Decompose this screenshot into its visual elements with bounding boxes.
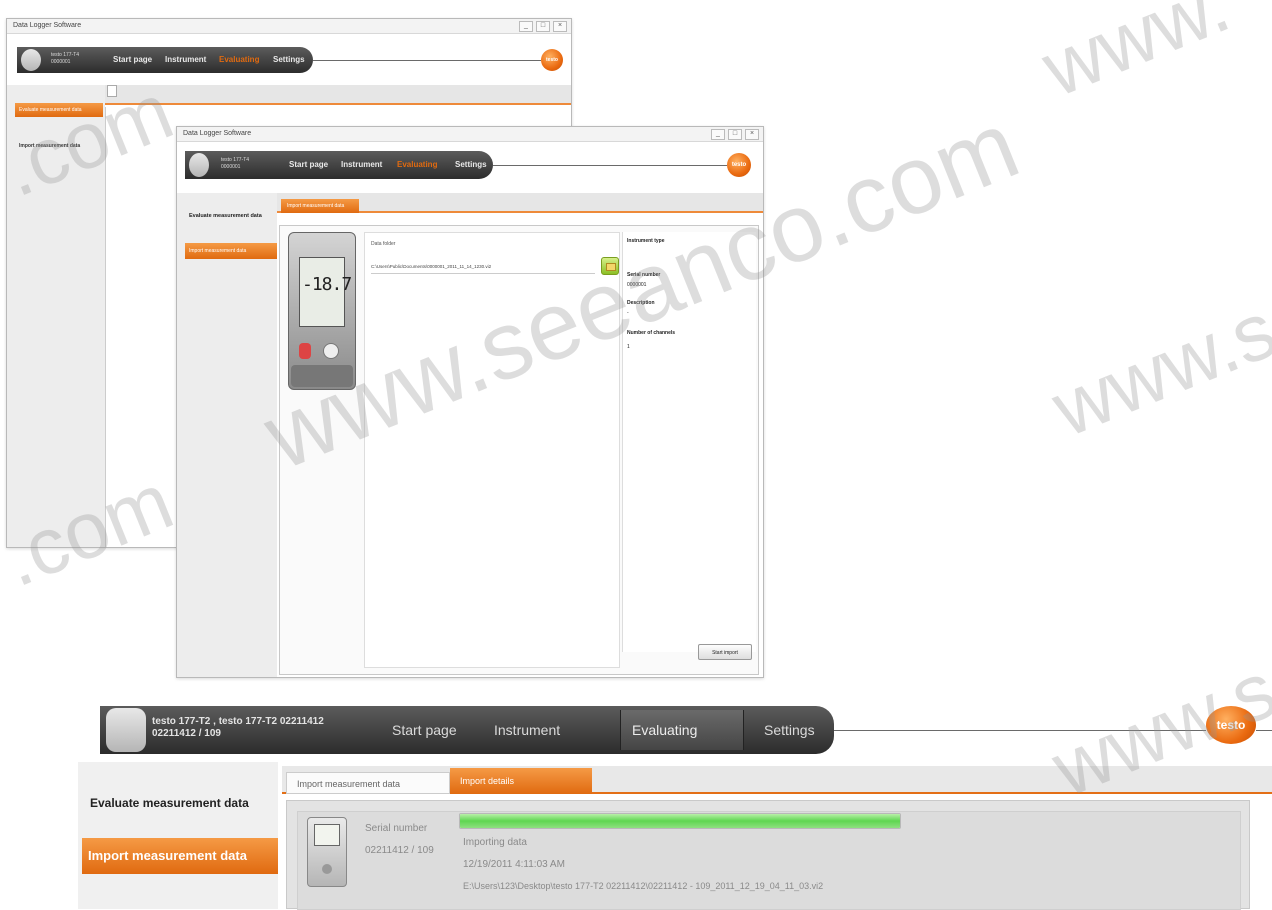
logger-thumbnail-display (314, 824, 340, 846)
watermark-4: www. (1030, 0, 1241, 114)
middle-nav-start-page[interactable]: Start page (289, 160, 328, 169)
maximize-button[interactable]: □ (536, 21, 550, 32)
back-nav-instrument[interactable]: Instrument (165, 55, 206, 64)
front-sidebar-evaluate[interactable]: Evaluate measurement data (90, 796, 249, 810)
middle-sidebar-evaluate[interactable]: Evaluate measurement data (189, 213, 262, 219)
front-logo-line-tail (1256, 730, 1272, 731)
maximize-button[interactable]: □ (728, 129, 742, 140)
middle-instrument-line1: testo 177-T4 (221, 157, 250, 163)
front-instrument-line2: 02211412 / 109 (152, 728, 221, 739)
close-button[interactable]: × (553, 21, 567, 32)
front-instrument-line1: testo 177-T2 , testo 177-T2 02211412 (152, 716, 324, 727)
start-import-button[interactable]: Start import (698, 644, 752, 660)
instrument-type-heading: Instrument type (627, 238, 665, 244)
back-sidebar-import[interactable]: Import measurement data (19, 143, 80, 149)
description-label: Description (627, 300, 655, 306)
import-timestamp: 12/19/2011 4:11:03 AM (463, 859, 565, 870)
middle-window-title: Data Logger Software (183, 130, 252, 137)
middle-window-titlebar: Data Logger Software _ □ × (177, 127, 763, 142)
front-nav-start-page[interactable]: Start page (392, 722, 457, 738)
back-window-titlebar: Data Logger Software _ □ × (7, 19, 571, 34)
device-icon (189, 153, 209, 177)
middle-sidebar-import[interactable]: Import measurement data (185, 243, 277, 259)
serial-number-value: 0000001 (627, 282, 647, 288)
front-window: testo 177-T2 , testo 177-T2 02211412 022… (78, 696, 1272, 910)
middle-nav-instrument[interactable]: Instrument (341, 160, 382, 169)
front-nav-bar: testo 177-T2 , testo 177-T2 02211412 022… (100, 706, 834, 754)
back-window-controls: _ □ × (519, 21, 567, 32)
import-status: Importing data (463, 837, 527, 848)
front-nav-line (834, 730, 1206, 731)
folder-icon (606, 263, 616, 271)
back-nav-start-page[interactable]: Start page (113, 55, 152, 64)
middle-sidebar: Evaluate measurement data Import measure… (177, 193, 277, 677)
front-nav-settings[interactable]: Settings (764, 722, 815, 738)
close-button[interactable]: × (745, 129, 759, 140)
device-icon (106, 708, 146, 752)
logger-button-red (299, 343, 311, 359)
middle-nav-evaluating[interactable]: Evaluating (397, 160, 437, 169)
middle-testo-logo: testo (727, 153, 751, 177)
middle-nav-settings[interactable]: Settings (455, 160, 487, 169)
import-file-path: E:\Users\123\Desktop\testo 177-T2 022114… (463, 881, 824, 891)
serial-number-label: Serial number (627, 272, 661, 278)
import-progress-bar (459, 813, 901, 829)
front-tab-import-data[interactable]: Import measurement data (286, 772, 450, 794)
channels-value: 1 (627, 344, 630, 350)
logger-base (291, 365, 353, 387)
front-serial-value: 02211412 / 109 (365, 845, 434, 856)
middle-window-controls: _ □ × (711, 129, 759, 140)
back-content-tab-corner (107, 85, 117, 97)
back-instrument-line1: testo 177-T4 (51, 52, 80, 58)
minimize-button[interactable]: _ (711, 129, 725, 140)
logger-thumbnail-button (322, 864, 332, 874)
front-nav-evaluating[interactable]: Evaluating (632, 722, 697, 738)
logger-button-round (323, 343, 339, 359)
back-testo-logo: testo (541, 49, 563, 71)
middle-content-panel: -18.7 Data folder C:\Users\Public\Docume… (279, 225, 759, 675)
logger-display: -18.7 (299, 257, 352, 327)
minimize-button[interactable]: _ (519, 21, 533, 32)
front-serial-label: Serial number (365, 823, 428, 834)
watermark-3: www.s (1040, 284, 1272, 454)
channels-label: Number of channels (627, 330, 676, 336)
front-sidebar: Evaluate measurement data Import measure… (78, 762, 278, 909)
import-progress-fill (460, 814, 900, 828)
back-instrument-line2: 0000001 (51, 59, 71, 65)
middle-window: Data Logger Software _ □ × testo 177-T4 … (176, 126, 764, 678)
file-label: Data folder (371, 241, 396, 247)
logger-display-value: -18.7 (302, 274, 352, 295)
back-nav-line (313, 60, 541, 61)
browse-folder-button[interactable] (601, 257, 619, 275)
middle-instrument-line2: 0000001 (221, 164, 241, 170)
logger-thumbnail (307, 817, 347, 887)
file-path-field[interactable]: C:\Users\Public\Documents\0000001_2011_1… (371, 261, 595, 274)
front-tab-import-details[interactable]: Import details (450, 768, 592, 794)
back-nav-evaluating[interactable]: Evaluating (219, 55, 259, 64)
file-area: Data folder C:\Users\Public\Documents\00… (364, 232, 620, 668)
back-content-strip (105, 85, 571, 105)
back-sidebar: Evaluate measurement data Import measure… (7, 85, 105, 547)
instrument-info: Instrument type Serial number 0000001 De… (622, 232, 756, 652)
middle-nav-bar: testo 177-T4 0000001 Start page Instrume… (185, 151, 493, 179)
description-value: - (627, 310, 629, 316)
device-icon (21, 49, 41, 71)
front-details-panel: Serial number 02211412 / 109 Importing d… (286, 800, 1250, 910)
front-nav-instrument[interactable]: Instrument (494, 722, 560, 738)
middle-nav-line (493, 165, 727, 166)
logger-device-image: -18.7 (288, 232, 356, 390)
back-sidebar-evaluate[interactable]: Evaluate measurement data (15, 103, 103, 117)
back-window-title: Data Logger Software (13, 22, 82, 29)
back-nav-settings[interactable]: Settings (273, 55, 305, 64)
front-testo-logo: testo (1206, 706, 1256, 744)
front-sidebar-import[interactable]: Import measurement data (82, 838, 278, 874)
middle-tab-import[interactable]: Import measurement data (281, 199, 359, 213)
back-nav-bar: testo 177-T4 0000001 Start page Instrume… (17, 47, 313, 73)
